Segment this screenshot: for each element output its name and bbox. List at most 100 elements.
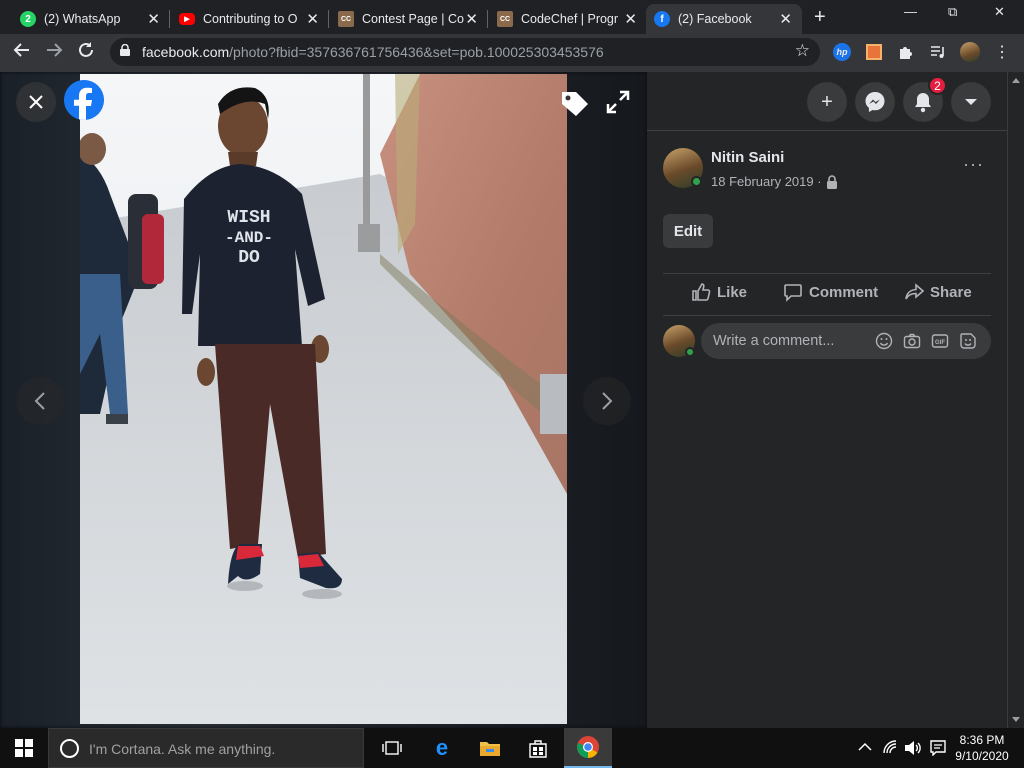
restore-button[interactable]: ⧉ bbox=[948, 4, 957, 20]
store-icon bbox=[529, 740, 547, 758]
tag-photo-button[interactable] bbox=[558, 88, 592, 118]
tab-title: Contributing to O bbox=[203, 12, 298, 26]
tab-codechef[interactable]: CC CodeChef | Progr ✕ bbox=[489, 4, 647, 34]
privacy-lock-icon[interactable] bbox=[826, 174, 838, 189]
sticker-icon[interactable] bbox=[959, 332, 977, 350]
browser-menu-icon[interactable]: ⋮ bbox=[992, 42, 1012, 62]
comment-input[interactable]: Write a comment... GIF bbox=[701, 323, 991, 359]
forward-button[interactable] bbox=[42, 41, 66, 64]
extension-icon[interactable] bbox=[864, 42, 884, 62]
address-bar[interactable]: facebook.com/photo?fbid=357636761756436&… bbox=[110, 38, 820, 66]
codechef-icon: CC bbox=[497, 11, 513, 27]
action-center-icon[interactable] bbox=[930, 740, 946, 756]
store-button[interactable] bbox=[514, 728, 562, 768]
post-meta: 18 February 2019 · bbox=[711, 174, 838, 189]
scroll-down-icon[interactable] bbox=[1011, 716, 1021, 724]
emoji-icon[interactable] bbox=[875, 332, 893, 350]
online-status-dot bbox=[685, 347, 695, 357]
task-view-button[interactable] bbox=[368, 728, 416, 768]
tab-close-icon[interactable]: ✕ bbox=[465, 10, 478, 28]
like-label: Like bbox=[717, 283, 748, 301]
new-tab-button[interactable]: + bbox=[814, 6, 826, 29]
author-name[interactable]: Nitin Saini bbox=[711, 149, 784, 166]
tab-close-icon[interactable]: ✕ bbox=[779, 10, 792, 28]
minimize-button[interactable]: — bbox=[904, 4, 917, 19]
tab-contest-page[interactable]: CC Contest Page | Co ✕ bbox=[330, 4, 488, 34]
share-button[interactable]: Share bbox=[904, 282, 972, 302]
comment-button[interactable]: Comment bbox=[783, 282, 878, 302]
puzzle-icon bbox=[900, 47, 912, 59]
chevron-up-icon[interactable] bbox=[858, 742, 872, 752]
forward-arrow-icon bbox=[47, 43, 63, 57]
fullscreen-button[interactable] bbox=[604, 88, 634, 118]
more-options-icon[interactable]: ··· bbox=[963, 154, 984, 175]
reload-button[interactable] bbox=[74, 41, 98, 64]
online-status-dot bbox=[691, 176, 702, 187]
close-window-button[interactable]: ✕ bbox=[994, 4, 1005, 20]
divider bbox=[663, 273, 991, 274]
cortana-placeholder: I'm Cortana. Ask me anything. bbox=[89, 741, 276, 757]
tab-facebook[interactable]: f (2) Facebook ✕ bbox=[646, 4, 802, 34]
wifi-icon[interactable] bbox=[882, 740, 898, 754]
puzzle-extensions-icon[interactable] bbox=[896, 42, 916, 62]
start-button[interactable] bbox=[0, 728, 48, 768]
hp-extension-icon[interactable]: hp bbox=[832, 42, 852, 62]
camera-icon[interactable] bbox=[903, 332, 921, 350]
photo-viewer: WISH -AND- DO bbox=[0, 72, 647, 728]
chevron-left-icon bbox=[34, 392, 45, 410]
chrome-button[interactable] bbox=[564, 728, 612, 768]
post-date[interactable]: 18 February 2019 · bbox=[711, 174, 822, 189]
previous-photo-button[interactable] bbox=[16, 377, 64, 425]
system-clock[interactable]: 8:36 PM 9/10/2020 bbox=[950, 732, 1014, 764]
like-button[interactable]: Like bbox=[691, 282, 747, 302]
bookmark-star-icon[interactable]: ☆ bbox=[795, 41, 810, 61]
divider bbox=[663, 315, 991, 316]
tab-divider bbox=[169, 10, 170, 28]
tab-title: (2) WhatsApp bbox=[44, 12, 121, 26]
notifications-button[interactable]: 2 bbox=[903, 76, 947, 122]
edit-button[interactable]: Edit bbox=[663, 214, 713, 248]
media-control-icon[interactable] bbox=[928, 42, 948, 62]
youtube-icon: ▶ bbox=[179, 13, 195, 25]
tab-title: Contest Page | Co bbox=[362, 12, 464, 26]
tab-divider bbox=[487, 10, 488, 28]
reload-icon bbox=[79, 42, 93, 57]
codechef-icon: CC bbox=[338, 11, 354, 27]
volume-icon[interactable] bbox=[904, 740, 922, 756]
facebook-logo[interactable] bbox=[64, 80, 104, 120]
url-path: /photo?fbid=357636761756436&set=pob.1000… bbox=[229, 44, 604, 60]
scroll-up-icon[interactable] bbox=[1011, 76, 1021, 84]
tab-whatsapp[interactable]: 2 (2) WhatsApp ✕ bbox=[12, 4, 170, 34]
profile-avatar[interactable] bbox=[960, 42, 980, 62]
shirt-text-line-3: DO bbox=[238, 248, 260, 268]
facebook-f-icon bbox=[64, 80, 104, 120]
windows-logo-icon bbox=[15, 739, 33, 757]
edge-button[interactable]: e bbox=[418, 728, 466, 768]
tab-close-icon[interactable]: ✕ bbox=[624, 10, 637, 28]
photo-image: WISH -AND- DO bbox=[80, 74, 567, 724]
gif-icon[interactable]: GIF bbox=[931, 332, 949, 350]
svg-text:e: e bbox=[436, 737, 448, 759]
url-text: facebook.com/photo?fbid=357636761756436&… bbox=[142, 44, 604, 60]
cortana-search-box[interactable]: I'm Cortana. Ask me anything. bbox=[48, 728, 364, 768]
account-menu-button[interactable] bbox=[951, 82, 991, 122]
tab-close-icon[interactable]: ✕ bbox=[147, 10, 160, 28]
messenger-icon bbox=[865, 92, 885, 112]
shirt-text-line-1: WISH bbox=[227, 208, 270, 228]
tab-youtube[interactable]: ▶ Contributing to O ✕ bbox=[171, 4, 329, 34]
photo-details-panel: + 2 Nitin Saini 18 February 2019 · ··· E… bbox=[647, 72, 1007, 728]
create-button[interactable]: + bbox=[807, 82, 847, 122]
back-arrow-icon bbox=[13, 43, 29, 57]
comment-label: Comment bbox=[809, 283, 879, 301]
expand-icon bbox=[606, 90, 630, 114]
messenger-button[interactable] bbox=[855, 82, 895, 122]
file-explorer-button[interactable] bbox=[466, 728, 514, 768]
back-button[interactable] bbox=[10, 41, 34, 64]
share-icon bbox=[905, 283, 924, 300]
tab-close-icon[interactable]: ✕ bbox=[306, 10, 319, 28]
next-photo-button[interactable] bbox=[583, 377, 631, 425]
like-icon bbox=[692, 283, 711, 301]
panel-scrollbar[interactable] bbox=[1007, 72, 1024, 728]
close-viewer-button[interactable] bbox=[16, 82, 56, 122]
windows-taskbar: I'm Cortana. Ask me anything. e 8:36 PM … bbox=[0, 728, 1024, 768]
